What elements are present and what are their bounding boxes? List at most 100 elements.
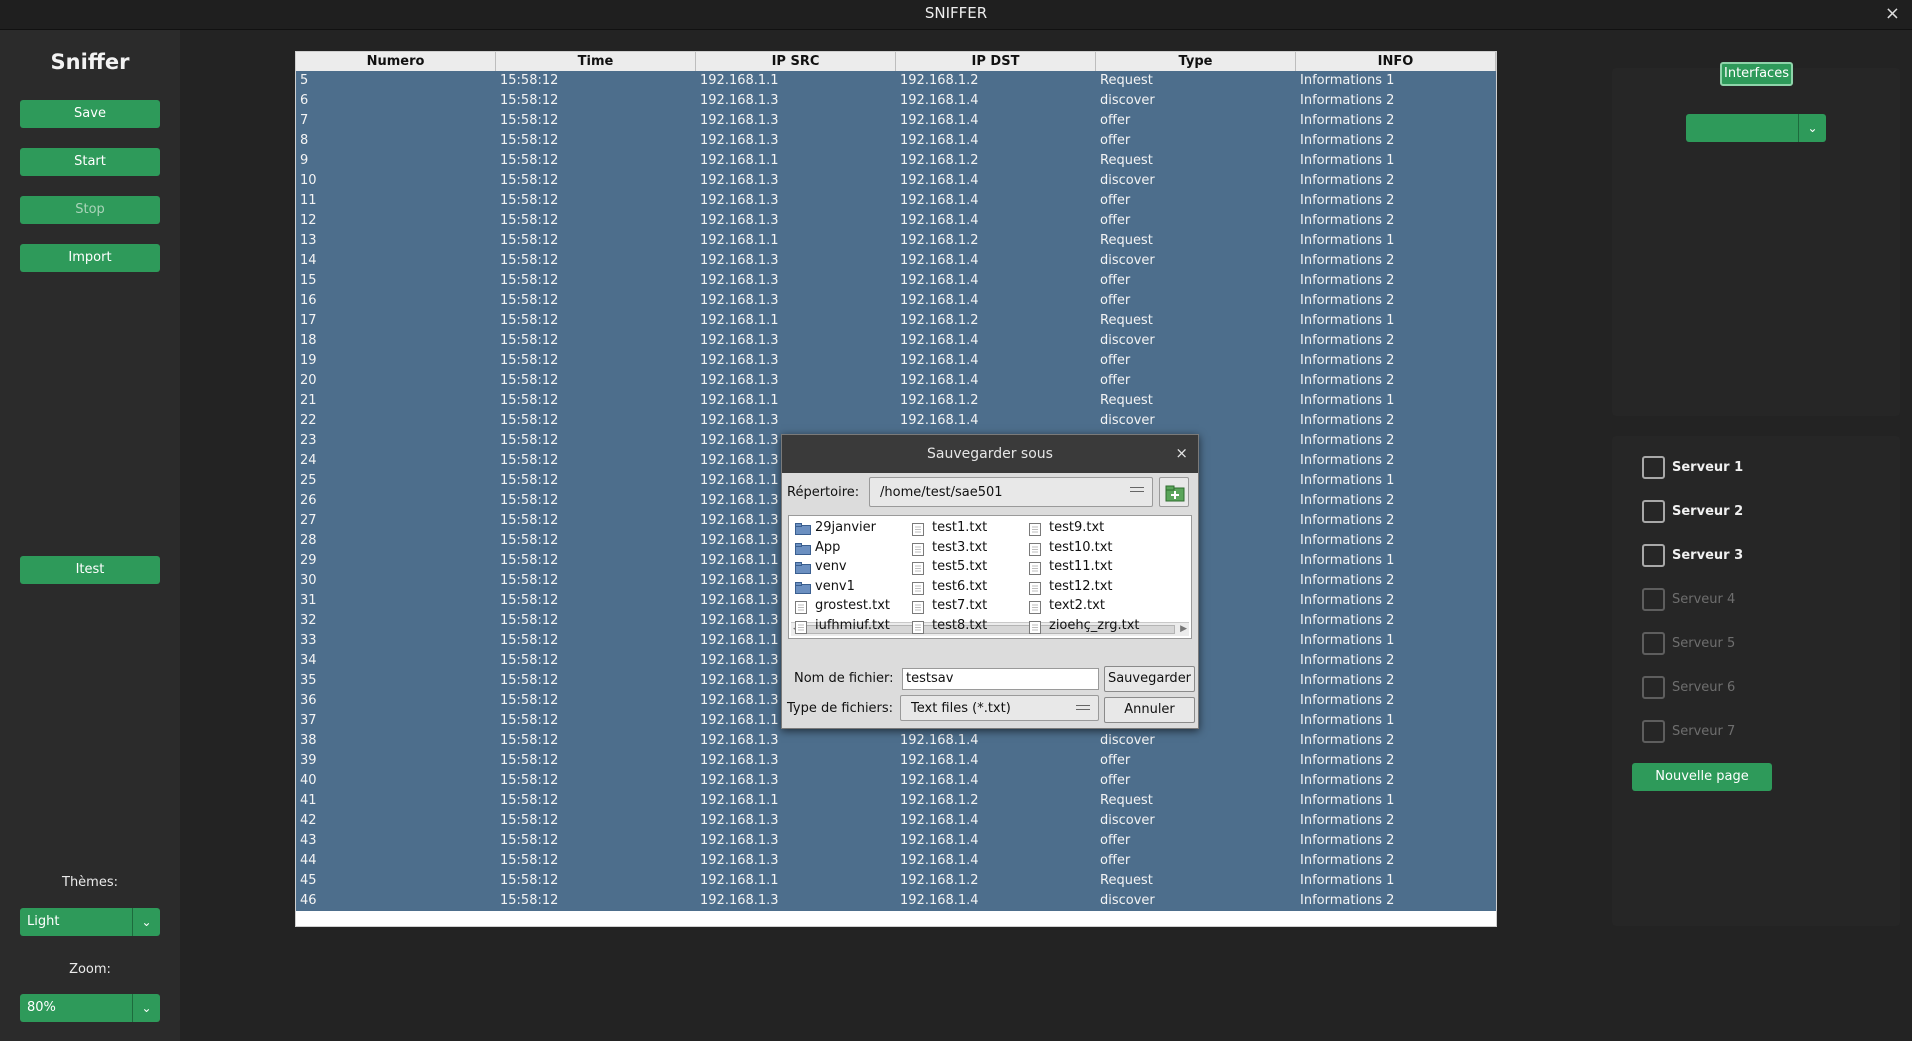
themes-label: Thèmes: [62, 875, 118, 890]
table-cell: Informations 1 [1300, 713, 1395, 728]
stop-button[interactable]: Stop [20, 196, 160, 224]
dialog-close-icon[interactable]: × [1175, 444, 1188, 462]
filename-input[interactable]: testsav [902, 668, 1099, 690]
table-row[interactable]: 6 15:58:12 192.168.1.3 192.168.1.4 discover I… [296, 91, 1496, 111]
table-row[interactable]: 5 15:58:12 192.168.1.1 192.168.1.2 Request In… [296, 71, 1496, 91]
server-label: Serveur 2 [1672, 504, 1744, 519]
window-close-icon[interactable]: × [1885, 3, 1900, 24]
server-checkbox[interactable]: Serveur 2 [1642, 500, 1842, 524]
server-checkbox[interactable]: Serveur 3 [1642, 544, 1842, 568]
save-button[interactable]: Save [20, 100, 160, 128]
table-cell: Informations 1 [1300, 233, 1395, 248]
table-cell: Informations 2 [1300, 733, 1395, 748]
server-label: Serveur 6 [1672, 680, 1736, 695]
new-page-button[interactable]: Nouvelle page [1632, 763, 1772, 791]
table-cell: 192.168.1.4 [900, 753, 979, 768]
table-row[interactable]: 46 15:58:12 192.168.1.3 192.168.1.4 discover… [296, 891, 1496, 911]
table-cell: 192.168.1.3 [700, 753, 779, 768]
file-name: test6.txt [932, 578, 988, 594]
filetype-select[interactable]: Text files (*.txt) [900, 695, 1099, 721]
column-header[interactable]: IP DST [896, 52, 1096, 71]
checkbox-box[interactable] [1642, 588, 1665, 611]
table-cell: 15:58:12 [500, 793, 559, 808]
table-row[interactable]: 20 15:58:12 192.168.1.3 192.168.1.4 offer Inf… [296, 371, 1496, 391]
table-row[interactable]: 44 15:58:12 192.168.1.3 192.168.1.4 offer Inf… [296, 851, 1496, 871]
table-cell: 15:58:12 [500, 233, 559, 248]
table-header: Numero Time IP SRC IP DST Type INFO [296, 52, 1496, 71]
interfaces-button[interactable]: Interfaces [1720, 62, 1793, 86]
table-cell: Request [1100, 313, 1153, 328]
checkbox-box[interactable] [1642, 720, 1665, 743]
table-row[interactable]: 11 15:58:12 192.168.1.3 192.168.1.4 offer Inf… [296, 191, 1496, 211]
server-checkbox[interactable]: Serveur 6 [1642, 676, 1842, 700]
column-header[interactable]: Type [1096, 52, 1296, 71]
column-header[interactable]: INFO [1296, 52, 1496, 71]
table-cell: 10 [300, 173, 317, 188]
table-cell: offer [1100, 273, 1131, 288]
column-header[interactable]: Time [496, 52, 696, 71]
table-row[interactable]: 13 15:58:12 192.168.1.1 192.168.1.2 Request I… [296, 231, 1496, 251]
checkbox-box[interactable] [1642, 456, 1665, 479]
checkbox-box[interactable] [1642, 676, 1665, 699]
table-cell: 15:58:12 [500, 513, 559, 528]
chevron-down-icon[interactable]: ⌄ [1798, 114, 1826, 142]
table-row[interactable]: 41 15:58:12 192.168.1.1 192.168.1.2 Request I… [296, 791, 1496, 811]
server-checkbox[interactable]: Serveur 7 [1642, 720, 1842, 744]
table-row[interactable]: 12 15:58:12 192.168.1.3 192.168.1.4 offer Inf… [296, 211, 1496, 231]
scroll-right-icon[interactable]: ▶ [1180, 624, 1187, 634]
table-cell: 9 [300, 153, 309, 168]
table-row[interactable]: 43 15:58:12 192.168.1.3 192.168.1.4 offer Inf… [296, 831, 1496, 851]
table-cell: 192.168.1.3 [700, 93, 779, 108]
interface-select[interactable]: ⌄ [1686, 114, 1826, 142]
table-row[interactable]: 42 15:58:12 192.168.1.3 192.168.1.4 discover… [296, 811, 1496, 831]
new-folder-button[interactable] [1159, 477, 1189, 507]
table-row[interactable]: 22 15:58:12 192.168.1.3 192.168.1.4 discover… [296, 411, 1496, 431]
column-header[interactable]: Numero [296, 52, 496, 71]
table-row[interactable]: 15 15:58:12 192.168.1.3 192.168.1.4 offer Inf… [296, 271, 1496, 291]
column-header[interactable]: IP SRC [696, 52, 896, 71]
filetype-label: Type de fichiers: [787, 701, 894, 716]
table-row[interactable]: 7 15:58:12 192.168.1.3 192.168.1.4 offer Info… [296, 111, 1496, 131]
table-cell: discover [1100, 93, 1155, 108]
file-icon [1029, 601, 1041, 618]
cancel-dialog-button[interactable]: Annuler [1104, 697, 1195, 723]
itest-button[interactable]: Itest [20, 556, 160, 584]
table-cell: offer [1100, 353, 1131, 368]
table-cell: 192.168.1.1 [700, 313, 779, 328]
table-cell: Informations 2 [1300, 493, 1395, 508]
chevron-down-icon[interactable]: ⌄ [132, 994, 160, 1022]
zoom-select[interactable]: 80% ⌄ [20, 994, 160, 1022]
table-cell: 28 [300, 533, 317, 548]
table-row[interactable]: 18 15:58:12 192.168.1.3 192.168.1.4 discover… [296, 331, 1496, 351]
server-checkbox[interactable]: Serveur 4 [1642, 588, 1842, 612]
table-row[interactable]: 16 15:58:12 192.168.1.3 192.168.1.4 offer Inf… [296, 291, 1496, 311]
table-row[interactable]: 38 15:58:12 192.168.1.3 192.168.1.4 discover… [296, 731, 1496, 751]
file-list[interactable]: ◀ ▶ 29janvierAppvenvvenv1grostest.txtiuf… [788, 515, 1192, 639]
theme-select[interactable]: Light ⌄ [20, 908, 160, 936]
table-row[interactable]: 10 15:58:12 192.168.1.3 192.168.1.4 discover… [296, 171, 1496, 191]
start-button[interactable]: Start [20, 148, 160, 176]
directory-select[interactable]: /home/test/sae501 [869, 477, 1153, 507]
checkbox-box[interactable] [1642, 544, 1665, 567]
table-row[interactable]: 9 15:58:12 192.168.1.1 192.168.1.2 Request In… [296, 151, 1496, 171]
checkbox-box[interactable] [1642, 632, 1665, 655]
table-cell: Informations 2 [1300, 813, 1395, 828]
table-cell: 14 [300, 253, 317, 268]
table-row[interactable]: 45 15:58:12 192.168.1.1 192.168.1.2 Request I… [296, 871, 1496, 891]
checkbox-box[interactable] [1642, 500, 1665, 523]
save-dialog-button[interactable]: Sauvegarder [1104, 666, 1195, 692]
table-row[interactable]: 17 15:58:12 192.168.1.1 192.168.1.2 Request I… [296, 311, 1496, 331]
server-checkbox[interactable]: Serveur 1 [1642, 456, 1842, 480]
chevron-down-icon[interactable]: ⌄ [132, 908, 160, 936]
table-row[interactable]: 19 15:58:12 192.168.1.3 192.168.1.4 offer Inf… [296, 351, 1496, 371]
table-row[interactable]: 21 15:58:12 192.168.1.1 192.168.1.2 Request I… [296, 391, 1496, 411]
table-row[interactable]: 14 15:58:12 192.168.1.3 192.168.1.4 discover… [296, 251, 1496, 271]
table-cell: 46 [300, 893, 317, 908]
server-checkbox[interactable]: Serveur 5 [1642, 632, 1842, 656]
import-button[interactable]: Import [20, 244, 160, 272]
table-row[interactable]: 39 15:58:12 192.168.1.3 192.168.1.4 offer Inf… [296, 751, 1496, 771]
left-sidebar: Sniffer Save Start Stop Import Itest Thè… [0, 30, 180, 1041]
table-row[interactable]: 8 15:58:12 192.168.1.3 192.168.1.4 offer Info… [296, 131, 1496, 151]
table-row[interactable]: 40 15:58:12 192.168.1.3 192.168.1.4 offer Inf… [296, 771, 1496, 791]
table-cell: Informations 2 [1300, 533, 1395, 548]
